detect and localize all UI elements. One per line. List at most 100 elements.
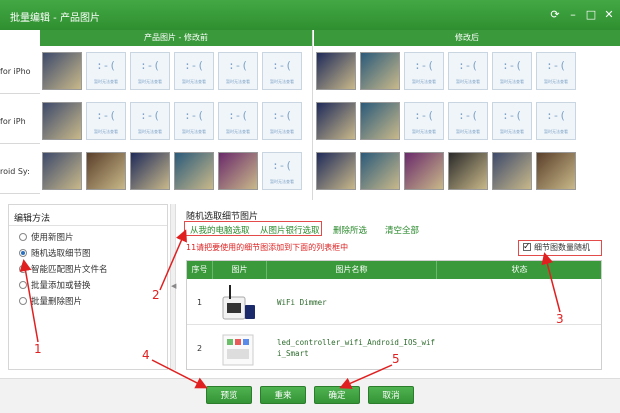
placeholder-caption: 暂时无法查看 — [500, 129, 524, 134]
placeholder-thumbnail[interactable]: :-(暂时无法查看 — [130, 102, 170, 140]
placeholder-caption: 暂时无法查看 — [412, 79, 436, 84]
clear-all-link[interactable]: 清空全部 — [385, 224, 419, 236]
product-thumbnail[interactable] — [404, 152, 444, 190]
column-header: 状态 — [437, 261, 601, 279]
product-thumbnail[interactable] — [316, 102, 356, 140]
product-thumbnail[interactable] — [360, 52, 400, 90]
placeholder-thumbnail[interactable]: :-( 暂时无法查看 — [492, 102, 532, 140]
minimize-icon[interactable]: – — [566, 8, 580, 22]
column-divider — [312, 30, 313, 200]
placeholder-thumbnail[interactable]: :-( 暂时无法查看 — [218, 102, 258, 140]
product-thumbnail[interactable] — [130, 152, 170, 190]
panel-splitter[interactable]: ◀ — [170, 204, 176, 370]
placeholder-caption: 暂时无法查看 — [500, 79, 524, 84]
cancel-button[interactable]: 取消 — [368, 386, 414, 404]
radio-smart-match[interactable]: 智能匹配图片文件名 — [19, 263, 169, 277]
checkbox-label: 细节图数量随机 — [534, 243, 590, 252]
reset-button[interactable]: 重来 — [260, 386, 306, 404]
sad-face-icon: :-( — [228, 59, 248, 72]
preview-button[interactable]: 预览 — [206, 386, 252, 404]
product-thumbnail[interactable] — [42, 102, 82, 140]
placeholder-thumbnail[interactable]: :-( 暂时无法查看 — [86, 52, 126, 90]
radio-icon[interactable] — [19, 297, 27, 305]
placeholder-thumbnail[interactable]: :-( 暂时无法查看 — [262, 152, 302, 190]
placeholder-thumbnail[interactable]: :-(暂时无法查看 — [404, 102, 444, 140]
placeholder-thumbnail[interactable]: :-(暂时无法查看 — [536, 102, 576, 140]
product-thumbnail[interactable] — [86, 152, 126, 190]
placeholder-thumbnail[interactable]: :-( 暂时无法查看 — [174, 52, 214, 90]
product-thumbnail[interactable] — [42, 152, 82, 190]
placeholder-thumbnail[interactable]: :-(暂时无法查看 — [536, 52, 576, 90]
placeholder-caption: 暂时无法查看 — [94, 79, 118, 84]
instruction-text: 11请把要使用的细节图添加到下面的列表框中 — [186, 243, 349, 252]
placeholder-caption: 暂时无法查看 — [226, 79, 250, 84]
radio-icon[interactable] — [19, 281, 27, 289]
radio-icon[interactable] — [19, 265, 27, 273]
annotation-number: 2 — [152, 288, 160, 302]
random-count-checkbox[interactable]: 细节图数量随机 — [518, 240, 602, 256]
confirm-button[interactable]: 确定 — [314, 386, 360, 404]
sad-face-icon: :-( — [546, 59, 566, 72]
sad-face-icon: :-( — [414, 59, 434, 72]
product-thumbnail[interactable] — [360, 102, 400, 140]
radio-batch-add[interactable]: 批量添加或替换 — [19, 279, 169, 293]
sad-face-icon: :-( — [458, 109, 478, 122]
placeholder-thumbnail[interactable]: :-(暂时无法查看 — [130, 52, 170, 90]
radio-icon[interactable] — [19, 249, 27, 257]
placeholder-caption: 暂时无法查看 — [270, 179, 294, 184]
placeholder-thumbnail[interactable]: :-( 暂时无法查看 — [404, 52, 444, 90]
radio-label: 智能匹配图片文件名 — [31, 265, 108, 275]
radio-icon[interactable] — [19, 233, 27, 241]
placeholder-thumbnail[interactable]: :-( 暂时无法查看 — [218, 52, 258, 90]
radio-batch-delete[interactable]: 批量删除图片 — [19, 295, 169, 309]
radio-random-detail[interactable]: 随机选取细节图 — [19, 247, 169, 261]
table-row[interactable]: 1 WiFi Dimmer — [187, 281, 601, 325]
sad-face-icon: :-( — [272, 109, 292, 122]
product-thumbnail[interactable] — [42, 52, 82, 90]
product-thumbnail[interactable] — [316, 52, 356, 90]
refresh-icon[interactable]: ⟳ — [548, 8, 562, 22]
sad-face-icon: :-( — [546, 109, 566, 122]
close-icon[interactable]: ✕ — [602, 8, 616, 22]
product-thumbnail[interactable] — [448, 152, 488, 190]
maximize-icon[interactable]: □ — [584, 8, 598, 22]
radio-label: 批量删除图片 — [31, 297, 83, 307]
sad-face-icon: :-( — [184, 59, 204, 72]
collapse-arrow-icon[interactable]: ◀ — [171, 282, 176, 290]
placeholder-thumbnail[interactable]: :-(暂时无法查看 — [492, 52, 532, 90]
placeholder-thumbnail[interactable]: :-( 暂时无法查看 — [262, 52, 302, 90]
sad-face-icon: :-( — [228, 109, 248, 122]
batch-edit-window: 批量编辑 - 产品图片 ⟳ – □ ✕ 产品图片 - 修改前 修改后 for i… — [0, 0, 620, 413]
sad-face-icon: :-( — [502, 109, 522, 122]
checkbox-icon[interactable] — [523, 240, 531, 254]
product-thumbnail[interactable] — [360, 152, 400, 190]
placeholder-thumbnail[interactable]: :-(暂时无法查看 — [174, 102, 214, 140]
product-thumbnail[interactable] — [218, 152, 258, 190]
placeholder-thumbnail[interactable]: :-(暂时无法查看 — [86, 102, 126, 140]
product-thumbnail[interactable] — [316, 152, 356, 190]
placeholder-caption: 暂时无法查看 — [182, 79, 206, 84]
placeholder-caption: 暂时无法查看 — [226, 129, 250, 134]
edit-method-title: 编辑方法 — [14, 214, 51, 224]
sad-face-icon: :-( — [272, 59, 292, 72]
product-thumbnail[interactable] — [536, 152, 576, 190]
edit-method-panel: 编辑方法 使用新图片 随机选取细节图 智能匹配图片文件名 批量添加或替换 批量删… — [8, 204, 168, 370]
placeholder-caption: 暂时无法查看 — [270, 129, 294, 134]
sad-face-icon: :-( — [272, 159, 292, 172]
placeholder-caption: 暂时无法查看 — [138, 129, 162, 134]
placeholder-thumbnail[interactable]: :-(暂时无法查看 — [448, 102, 488, 140]
placeholder-thumbnail[interactable]: :-( 暂时无法查看 — [262, 102, 302, 140]
placeholder-thumbnail[interactable]: :-(暂时无法查看 — [448, 52, 488, 90]
radio-new-image[interactable]: 使用新图片 — [19, 231, 169, 245]
annotation-number: 5 — [392, 352, 400, 366]
after-header: 修改后 — [314, 30, 620, 46]
sad-face-icon: :-( — [96, 59, 116, 72]
row-label: for iPh — [0, 100, 40, 144]
delete-selected-link[interactable]: 删除所选 — [333, 224, 367, 236]
from-computer-link[interactable]: 从我的电脑选取 — [190, 224, 250, 236]
placeholder-caption: 暂时无法查看 — [270, 79, 294, 84]
product-thumbnail[interactable] — [174, 152, 214, 190]
sad-face-icon: :-( — [184, 109, 204, 122]
product-thumbnail[interactable] — [492, 152, 532, 190]
from-bank-link[interactable]: 从图片银行选取 — [260, 224, 320, 236]
